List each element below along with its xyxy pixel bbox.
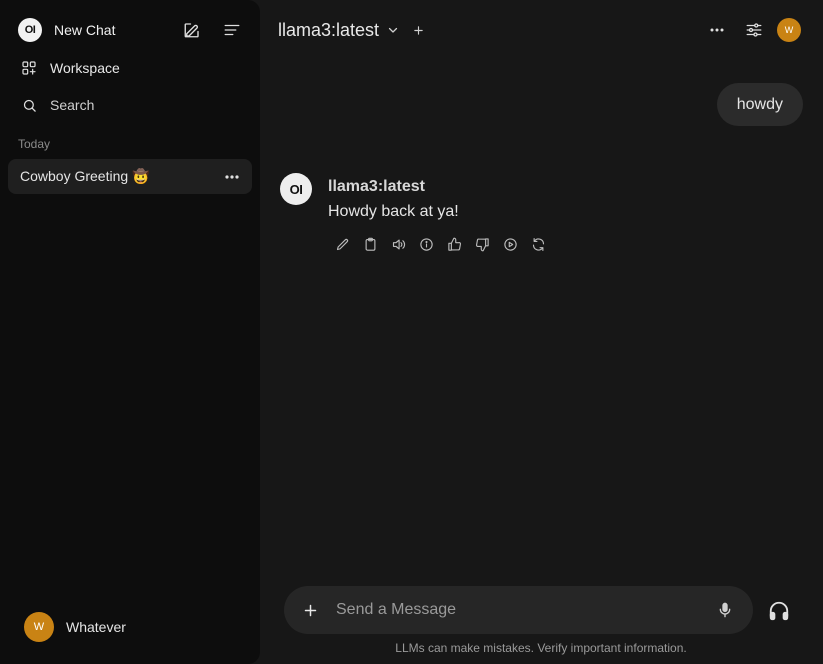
refresh-icon [532,237,544,251]
header-user-avatar[interactable]: W [777,18,801,42]
good-response-button[interactable] [444,234,464,254]
workspace-label: Workspace [50,60,120,76]
plus-icon [413,25,423,35]
bad-response-button[interactable] [472,234,492,254]
chat-more-options-button[interactable] [222,167,242,187]
model-selector[interactable]: llama3:latest [278,17,401,43]
more-options-button[interactable] [703,16,731,44]
chat-list-item[interactable]: Cowboy Greeting 🤠 [8,159,252,194]
model-name: llama3:latest [278,19,380,40]
speaker-icon [392,239,405,249]
attach-button[interactable] [294,594,326,626]
user-message-bubble: howdy [716,83,803,126]
assistant-message-text: Howdy back at ya! [328,203,459,220]
thumbs-up-icon [447,237,461,251]
edit-message-button[interactable] [332,234,352,254]
new-chat-row[interactable]: OI New Chat [8,12,252,48]
sidebar-item-workspace[interactable]: Workspace [8,51,252,85]
message-composer [284,586,753,634]
search-label: Search [50,97,95,113]
pencil-icon [336,238,348,250]
headphones-icon [769,601,789,621]
add-model-button[interactable] [410,22,426,38]
controls-button[interactable] [740,16,768,44]
sliders-icon [746,23,762,37]
section-today-heading: Today [18,137,51,151]
generation-info-button[interactable] [416,234,436,254]
workspace-grid-icon [20,59,38,77]
new-chat-label[interactable]: New Chat [54,22,115,38]
clipboard-icon [365,237,375,251]
continue-response-button[interactable] [500,234,520,254]
user-name: Whatever [66,619,126,635]
search-icon [20,96,38,114]
regenerate-button[interactable] [528,234,548,254]
chat-title: Cowboy Greeting 🤠 [20,168,150,184]
menu-lines-icon [224,24,240,36]
chevron-down-icon [387,23,401,37]
message-actions [332,234,556,254]
assistant-avatar: OI [280,173,312,205]
microphone-icon [719,602,731,618]
sidebar-toggle-button[interactable] [218,16,246,44]
pencil-square-icon [184,23,199,38]
new-chat-edit-button[interactable] [178,16,206,44]
thumbs-down-icon [475,237,489,251]
ellipsis-icon [225,175,239,179]
assistant-model-name: llama3:latest [328,178,425,195]
voice-mode-button[interactable] [764,596,794,626]
plus-icon [304,604,316,616]
app-logo: OI [18,18,42,42]
info-icon [419,237,433,251]
disclaimer-text: LLMs can make mistakes. Verify important… [395,641,687,655]
ellipsis-icon [710,28,724,32]
read-aloud-button[interactable] [388,234,408,254]
voice-input-button[interactable] [711,596,739,624]
sidebar: OI New Chat Workspace Search Today Cowbo… [0,0,260,664]
copy-message-button[interactable] [360,234,380,254]
play-circle-icon [503,237,517,251]
message-input[interactable] [336,595,711,625]
user-avatar: W [24,612,54,642]
sidebar-item-search[interactable]: Search [8,88,252,122]
user-menu[interactable]: W Whatever [16,606,252,648]
